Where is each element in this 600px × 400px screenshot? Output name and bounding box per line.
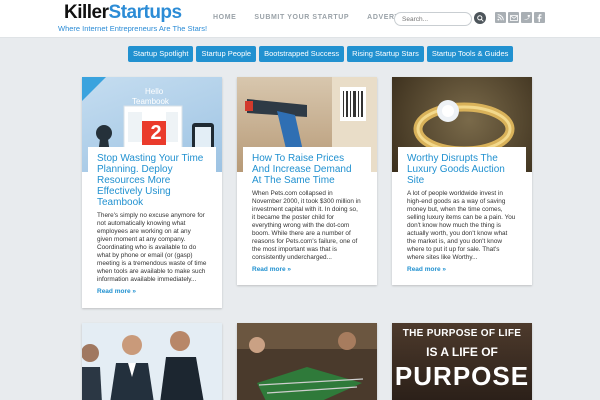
post-excerpt: When Pets.com collapsed in November 2000… <box>252 190 361 261</box>
twitter-icon[interactable] <box>521 12 532 23</box>
post-card-bottom-3[interactable]: THE PURPOSE OF LIFE IS A LIFE OF PURPOSE <box>392 323 532 400</box>
post-title[interactable]: How To Raise Prices And Increase Demand … <box>252 153 362 186</box>
post-card-bottom-2[interactable] <box>237 323 377 400</box>
business-people-illustration <box>82 323 222 400</box>
site-tagline: Where Internet Entrepreneurs Are The Sta… <box>58 24 208 33</box>
category-startup-spotlight[interactable]: Startup Spotlight <box>128 46 194 62</box>
search-icon <box>476 14 484 22</box>
post-card-worthy: Worthy Disrupts The Luxury Goods Auction… <box>392 77 532 285</box>
read-more-link[interactable]: Read more » <box>252 266 362 273</box>
post-title[interactable]: Worthy Disrupts The Luxury Goods Auction… <box>407 153 517 186</box>
site-logo[interactable]: KillerStartups <box>64 3 182 23</box>
thumb-quote-line2: IS A LIFE OF <box>426 345 498 359</box>
category-rising-startup-stars[interactable]: Rising Startup Stars <box>347 46 424 62</box>
search-input[interactable] <box>394 12 472 26</box>
thumb-quote-line1: THE PURPOSE OF LIFE <box>402 328 522 339</box>
post-excerpt: A lot of people worldwide invest in high… <box>407 190 516 261</box>
facebook-icon[interactable] <box>534 12 545 23</box>
site-header: KillerStartups Where Internet Entreprene… <box>0 0 600 38</box>
post-card-raise-prices: How To Raise Prices And Increase Demand … <box>237 77 377 285</box>
social-links <box>495 12 545 23</box>
thumb-hello-text: Hello <box>145 87 164 96</box>
read-more-link[interactable]: Read more » <box>407 266 517 273</box>
category-bootstrapped-success[interactable]: Bootstrapped Success <box>259 46 345 62</box>
post-card-bottom-1[interactable] <box>82 323 222 400</box>
nav-home[interactable]: HOME <box>213 14 236 21</box>
post-title[interactable]: Stop Wasting Your Time Planning. Deploy … <box>97 153 207 208</box>
post-text: Worthy Disrupts The Luxury Goods Auction… <box>398 147 526 279</box>
post-text: How To Raise Prices And Increase Demand … <box>243 147 371 279</box>
category-startup-tools-guides[interactable]: Startup Tools & Guides <box>426 46 514 62</box>
category-startup-people[interactable]: Startup People <box>196 46 257 62</box>
email-icon[interactable] <box>508 12 519 23</box>
search-button[interactable] <box>474 12 486 24</box>
thumb-number: 2 <box>150 122 162 144</box>
top-nav: HOME SUBMIT YOUR STARTUP ADVERTISE <box>213 14 413 21</box>
post-excerpt: There's simply no excuse anymore for not… <box>97 212 207 283</box>
rss-icon[interactable] <box>495 12 506 23</box>
nav-submit-startup[interactable]: SUBMIT YOUR STARTUP <box>254 14 349 21</box>
post-card-teambook: Hello Teambook 2 Stop Wasting Your Time … <box>82 77 222 308</box>
thumb-teambook-text: Teambook <box>132 97 169 106</box>
foosball-illustration <box>237 323 377 400</box>
post-text: Stop Wasting Your Time Planning. Deploy … <box>88 147 216 301</box>
category-nav: Startup Spotlight Startup People Bootstr… <box>128 46 514 62</box>
thumb-quote-line3: PURPOSE <box>394 361 530 391</box>
read-more-link[interactable]: Read more » <box>97 288 207 295</box>
